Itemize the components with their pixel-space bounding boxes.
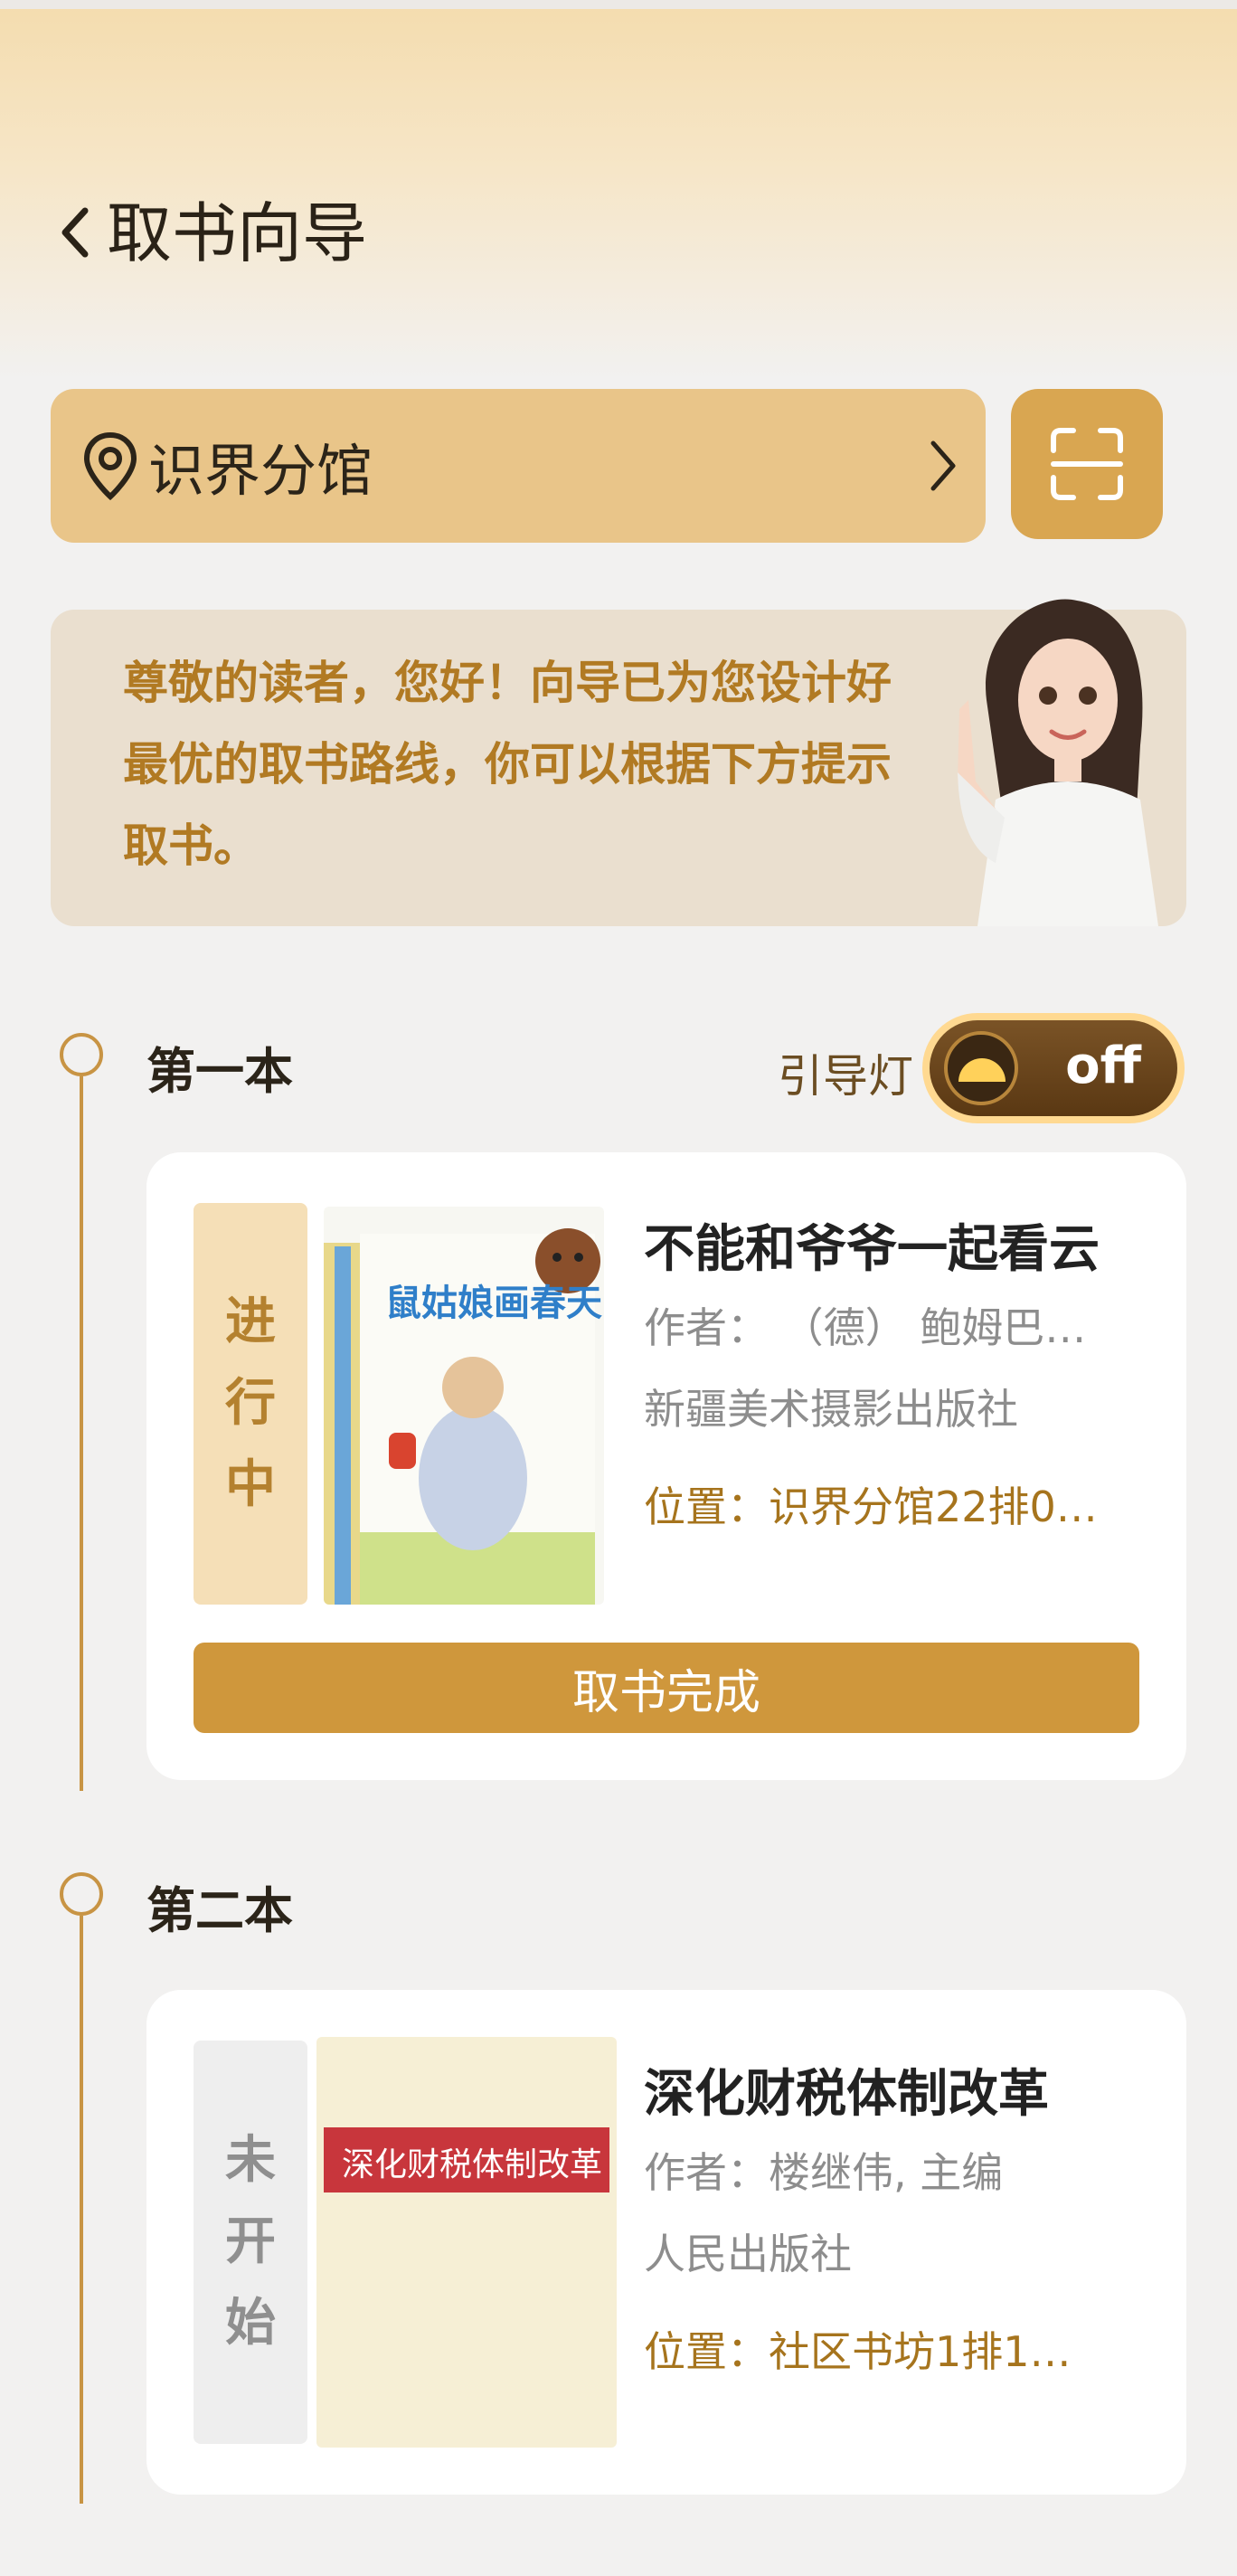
- cover-title-1: 鼠姑娘画春天: [385, 1282, 602, 1324]
- location-pin-icon: [83, 431, 137, 500]
- book-cover-1: 鼠姑娘画春天: [324, 1207, 604, 1605]
- guide-avatar: [958, 599, 1158, 926]
- location-name: 识界分馆: [148, 438, 373, 504]
- greeting-card: 尊敬的读者，您好！向导已为您设计好最优的取书路线，你可以根据下方提示取书。: [51, 599, 1186, 926]
- step-title-1: 第一本: [146, 1043, 293, 1100]
- chevron-right-icon: [930, 440, 956, 491]
- back-button[interactable]: [56, 192, 110, 273]
- cover-title-2: 深化财税体制改革: [342, 2146, 603, 2183]
- book-publisher: 新疆美术摄影出版社: [644, 1385, 1018, 1434]
- guide-light-state: off: [1065, 1037, 1141, 1095]
- book-location: 位置：社区书坊1排1…: [644, 2327, 1072, 2376]
- greeting-text: 尊敬的读者，您好！向导已为您设计好最优的取书路线，你可以根据下方提示取书。: [123, 657, 892, 872]
- page-title: 取书向导: [107, 195, 368, 271]
- status-badge: 进 行 中: [194, 1203, 307, 1605]
- book-publisher: 人民出版社: [644, 2230, 852, 2278]
- cover-art: [324, 1228, 600, 1605]
- book-author: 作者：楼继伟, 主编: [644, 2148, 1004, 2197]
- chevron-left-icon: [61, 207, 89, 258]
- lamp-icon: [944, 1031, 1018, 1105]
- step-title-2: 第二本: [146, 1882, 293, 1939]
- location-selector[interactable]: 识界分馆: [51, 389, 986, 543]
- book-card-1: 进 行 中 鼠姑娘画春天 不能和爷爷一起看云 作者： （德） 鲍姆巴… 新疆美术…: [146, 1152, 1186, 1780]
- timeline-dot-1: [60, 1033, 103, 1076]
- guide-light-track: off: [930, 1020, 1177, 1116]
- guide-light-toggle[interactable]: off: [922, 1013, 1185, 1123]
- timeline-line-2: [80, 1916, 83, 2504]
- timeline-line-1: [80, 1076, 83, 1791]
- book-cover-2: 深化财税体制改革: [316, 2037, 617, 2448]
- book-title: 深化财税体制改革: [644, 2065, 1049, 2124]
- timeline-dot-2: [60, 1872, 103, 1916]
- pickup-complete-button[interactable]: 取书完成: [194, 1643, 1139, 1733]
- book-card-2: 未 开 始 深化财税体制改革 深化财税体制改革 作者：楼继伟, 主编 人民出版社…: [146, 1990, 1186, 2495]
- book-author: 作者： （德） 鲍姆巴…: [644, 1303, 1087, 1352]
- book-title: 不能和爷爷一起看云: [644, 1220, 1100, 1279]
- scan-button[interactable]: [1011, 389, 1163, 539]
- scan-icon: [1051, 428, 1123, 500]
- guide-light-label: 引导灯: [778, 1050, 913, 1103]
- status-badge: 未 开 始: [194, 2041, 307, 2444]
- book-location: 位置：识界分馆22排0…: [644, 1482, 1098, 1531]
- status-strip: [0, 0, 1237, 9]
